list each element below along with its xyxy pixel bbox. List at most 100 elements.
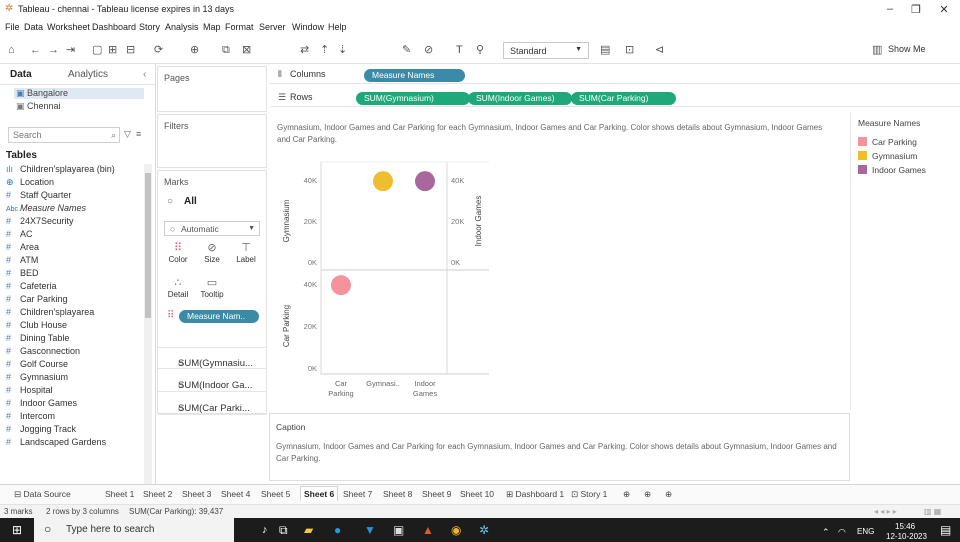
office-icon[interactable]: ▲	[422, 522, 434, 538]
field-item[interactable]: # Staff Quarter	[6, 190, 146, 203]
mail-icon[interactable]: ▼	[364, 522, 376, 538]
microphone-icon[interactable]: ♪	[262, 522, 268, 538]
filters-card[interactable]: Filters	[157, 114, 267, 168]
color-button[interactable]: ⠿ Color	[165, 241, 191, 264]
chrome-icon[interactable]: ◉	[451, 522, 461, 538]
sheet-tab[interactable]: ⊞ Dashboard 1	[504, 488, 566, 501]
group-icon[interactable]: ⊘	[424, 44, 433, 56]
menu-story[interactable]: Story	[139, 22, 160, 32]
share-icon[interactable]: ⊲	[655, 44, 664, 56]
save-icon[interactable]: ▢	[92, 44, 102, 56]
marks-sum-gymnasium[interactable]: ○ SUM(Gymnasiu...	[158, 347, 267, 369]
sheet-tab[interactable]: Sheet 7	[341, 488, 374, 500]
task-view-icon[interactable]: ⧉	[279, 522, 288, 538]
new-worksheet-tab-icon[interactable]: ⊕	[621, 488, 632, 501]
duplicate-sheet-icon[interactable]: ⧉	[222, 44, 230, 56]
size-button[interactable]: ⊘ Size	[199, 241, 225, 264]
new-datasource-icon[interactable]: ⊞	[108, 44, 117, 56]
sheet-tab[interactable]: Sheet 1	[103, 488, 136, 500]
field-item[interactable]: # Intercom	[6, 411, 146, 424]
menu-data[interactable]: Data	[24, 22, 43, 32]
marks-all-radio[interactable]: ○	[167, 196, 173, 207]
color-pill-measure-names[interactable]: Measure Nam..	[179, 310, 259, 323]
field-item[interactable]: # Dining Table	[6, 333, 146, 346]
windows-start-icon[interactable]: ⊞	[12, 522, 22, 538]
field-item[interactable]: # AC	[6, 229, 146, 242]
presentation-icon[interactable]: ⊡	[625, 44, 634, 56]
rows-pill-car-parking[interactable]: SUM(Car Parking)	[571, 92, 676, 105]
menu-server[interactable]: Server	[259, 22, 286, 32]
filter-icon[interactable]: ▽	[124, 129, 131, 140]
new-story-tab-icon[interactable]: ⊕	[663, 488, 674, 501]
redo-icon[interactable]: →	[48, 44, 59, 56]
refresh-icon[interactable]: ⟳	[154, 44, 163, 56]
collapse-pane-icon[interactable]: ‹	[143, 69, 146, 80]
sheet-tab[interactable]: Sheet 10	[458, 488, 496, 500]
new-worksheet-icon[interactable]: ⊕	[190, 44, 199, 56]
home-icon[interactable]: ⌂	[8, 44, 15, 56]
field-item[interactable]: # Club House	[6, 320, 146, 333]
new-dashboard-tab-icon[interactable]: ⊕	[642, 488, 653, 501]
legend-item[interactable]: Gymnasium	[858, 151, 917, 161]
sheet-tab[interactable]: Sheet 2	[141, 488, 174, 500]
field-item[interactable]: # ATM	[6, 255, 146, 268]
highlight-icon[interactable]: ✎	[402, 44, 411, 56]
legend-item[interactable]: Car Parking	[858, 137, 917, 147]
file-explorer-icon[interactable]: ▰	[304, 522, 313, 538]
close-icon[interactable]: ✕	[934, 3, 954, 16]
fit-dropdown[interactable]: Standard ▼	[503, 42, 589, 59]
sheet-tab[interactable]: Sheet 6	[300, 486, 339, 501]
cards-icon[interactable]: ▤	[600, 44, 610, 56]
language-indicator[interactable]: ENG	[857, 524, 874, 540]
pages-card[interactable]: Pages	[157, 66, 267, 112]
field-item[interactable]: # Golf Course	[6, 359, 146, 372]
sort-desc-icon[interactable]: ⇣	[338, 44, 347, 56]
rows-pill-indoor-games[interactable]: SUM(Indoor Games)	[468, 92, 572, 105]
sheet-nav-icon[interactable]: ◂ ◂ ▸ ▸	[874, 507, 897, 516]
field-item[interactable]: # Landscaped Gardens	[6, 437, 146, 450]
menu-worksheet[interactable]: Worksheet	[47, 22, 90, 32]
clear-sheet-icon[interactable]: ⊠	[242, 44, 251, 56]
sheet-tab[interactable]: Sheet 3	[180, 488, 213, 500]
tray-chevron-icon[interactable]: ⌃	[822, 524, 830, 540]
field-item[interactable]: # Area	[6, 242, 146, 255]
field-item[interactable]: # Car Parking	[6, 294, 146, 307]
caption-panel[interactable]: Caption Gymnasium, Indoor Games and Car …	[269, 413, 850, 481]
datasource-chennai[interactable]: ▣ Chennai	[16, 101, 61, 112]
replay-icon[interactable]: ⇥	[66, 44, 75, 56]
field-item[interactable]: ılı Children'splayarea (bin)	[6, 164, 146, 177]
tab-analytics[interactable]: Analytics	[68, 69, 108, 80]
label-button[interactable]: ⊤ Label	[233, 241, 259, 264]
field-item[interactable]: # Cafeteria	[6, 281, 146, 294]
tooltip-button[interactable]: ▭ Tooltip	[199, 276, 225, 299]
rows-pill-gymnasium[interactable]: SUM(Gymnasium)	[356, 92, 470, 105]
fix-axes-icon[interactable]: ⚲	[476, 44, 484, 56]
tab-data[interactable]: Data	[10, 69, 32, 80]
minimize-icon[interactable]: –	[880, 3, 900, 15]
field-item[interactable]: ⊕ Location	[6, 177, 146, 190]
sheet-tab[interactable]: ⊡ Story 1	[569, 488, 609, 501]
menu-file[interactable]: File	[5, 22, 20, 32]
tableau-taskbar-icon[interactable]: ✲	[479, 522, 489, 538]
sheet-tab[interactable]: Sheet 5	[259, 488, 292, 500]
field-item[interactable]: # BED	[6, 268, 146, 281]
scrollbar-thumb[interactable]	[145, 173, 151, 318]
sheet-tab[interactable]: Sheet 4	[219, 488, 252, 500]
marks-sum-indoor-games[interactable]: ○ SUM(Indoor Ga...	[158, 370, 267, 392]
search-input[interactable]	[13, 128, 93, 142]
field-item[interactable]: # Gasconnection	[6, 346, 146, 359]
sort-asc-icon[interactable]: ⇡	[320, 44, 329, 56]
edge-icon[interactable]: ●	[334, 522, 341, 538]
mark-type-dropdown[interactable]: ○ Automatic ▼	[164, 221, 260, 236]
swap-icon[interactable]: ⇄	[300, 44, 309, 56]
menu-dashboard[interactable]: Dashboard	[92, 22, 136, 32]
field-item[interactable]: # Hospital	[6, 385, 146, 398]
sheet-tab[interactable]: Sheet 9	[420, 488, 453, 500]
legend-item[interactable]: Indoor Games	[858, 165, 926, 175]
field-search[interactable]: ⌕	[8, 127, 120, 143]
marks-sum-car-parking[interactable]: ○ SUM(Car Parki...	[158, 393, 267, 415]
sheet-tab[interactable]: Sheet 8	[381, 488, 414, 500]
show-me-button[interactable]: Show Me	[888, 44, 926, 54]
store-icon[interactable]: ▣	[393, 522, 404, 538]
undo-icon[interactable]: ←	[30, 44, 41, 56]
